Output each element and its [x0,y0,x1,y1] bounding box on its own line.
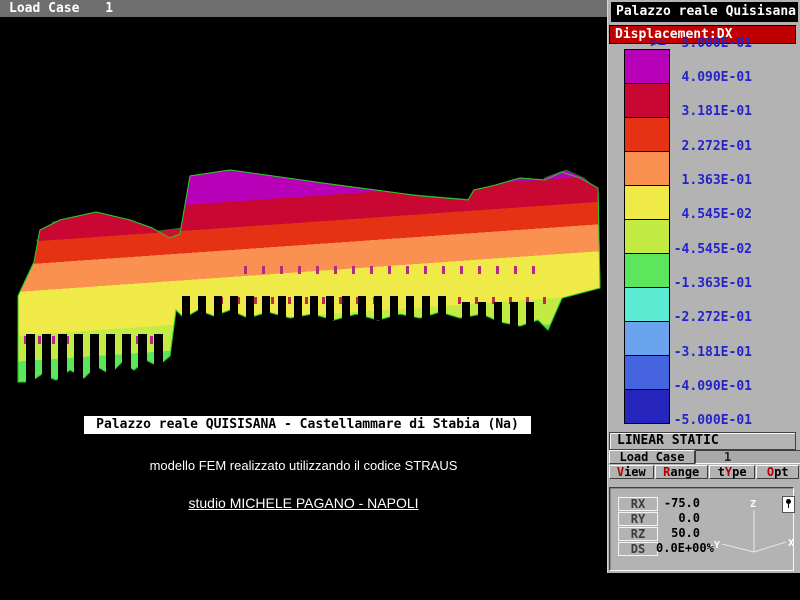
mesh-grid [18,170,600,382]
legend-value: -1.363E-01 [674,277,752,290]
legend-swatch [625,152,669,186]
menu-button-range[interactable]: Range [655,465,708,479]
load-case-number: 1 [105,1,113,16]
legend-colorbar [624,49,670,424]
view-info-value-rx: -75.0 [656,497,700,510]
legend-swatch [625,288,669,322]
legend-swatch [625,356,669,390]
view-info-label-rz[interactable]: RZ [618,527,658,541]
legend-value: >= 5.000E-01 [650,37,752,50]
load-case-label: Load Case [9,1,79,16]
legend-value: 3.181E-01 [682,105,752,118]
model-subtitle-studio: studio MICHELE PAGANO - NAPOLI [0,495,607,511]
legend-swatch [625,186,669,220]
load-case-button[interactable]: Load Case [609,450,695,464]
view-info-value-ry: 0.0 [656,512,700,525]
legend-value: 4.090E-01 [682,71,752,84]
pin-icon[interactable] [782,496,795,513]
svg-text:Z: Z [750,499,756,510]
view-info-label-rx[interactable]: RX [618,497,658,511]
legend-swatch [625,50,669,84]
legend-value: <= -5.000E-01 [642,414,752,427]
legend-value: -2.272E-01 [674,311,752,324]
project-title: Palazzo reale Quisisana [611,2,798,22]
legend-swatch [625,254,669,288]
view-info-value-rz: 50.0 [656,527,700,540]
view-info-label-ds[interactable]: DS [618,542,658,556]
menu-button-row: ViewRangetYpeOpt [609,465,799,479]
view-info-box: Z -Y X RX-75.0RY0.0RZ50.0DS0.0E+00% [609,487,794,571]
menu-button-opt[interactable]: Opt [756,465,799,479]
control-panel: Palazzo reale Quisisana Displacement:DX … [607,0,800,600]
legend-value: 1.363E-01 [682,174,752,187]
app-window: Load Case 1 Palazzo reale QUISISANA - Ca… [0,0,800,600]
load-case-value-field[interactable]: 1 [695,450,800,464]
menu-button-type[interactable]: tYpe [709,465,756,479]
menu-button-view[interactable]: View [609,465,654,479]
legend-swatch [625,118,669,152]
legend-value: -3.181E-01 [674,346,752,359]
legend-swatch [625,84,669,118]
legend-swatch [625,322,669,356]
view-info-value-ds: 0.0E+00% [656,542,722,555]
legend-value: -4.545E-02 [674,243,752,256]
legend-value: 4.545E-02 [682,208,752,221]
panel-bottom-filler [607,573,800,600]
legend-value: -4.090E-01 [674,380,752,393]
analysis-type-label: LINEAR STATIC [609,432,796,450]
model-viewport[interactable]: Load Case 1 Palazzo reale QUISISANA - Ca… [0,0,607,600]
svg-text:X: X [788,538,794,549]
view-info-label-ry[interactable]: RY [618,512,658,526]
load-case-title-bar: Load Case 1 [0,0,607,17]
legend-value: 2.272E-01 [682,140,752,153]
legend-swatch [625,220,669,254]
model-caption: Palazzo reale QUISISANA - Castellammare … [84,416,531,434]
model-subtitle-fem: modello FEM realizzato utilizzando il co… [0,458,607,473]
